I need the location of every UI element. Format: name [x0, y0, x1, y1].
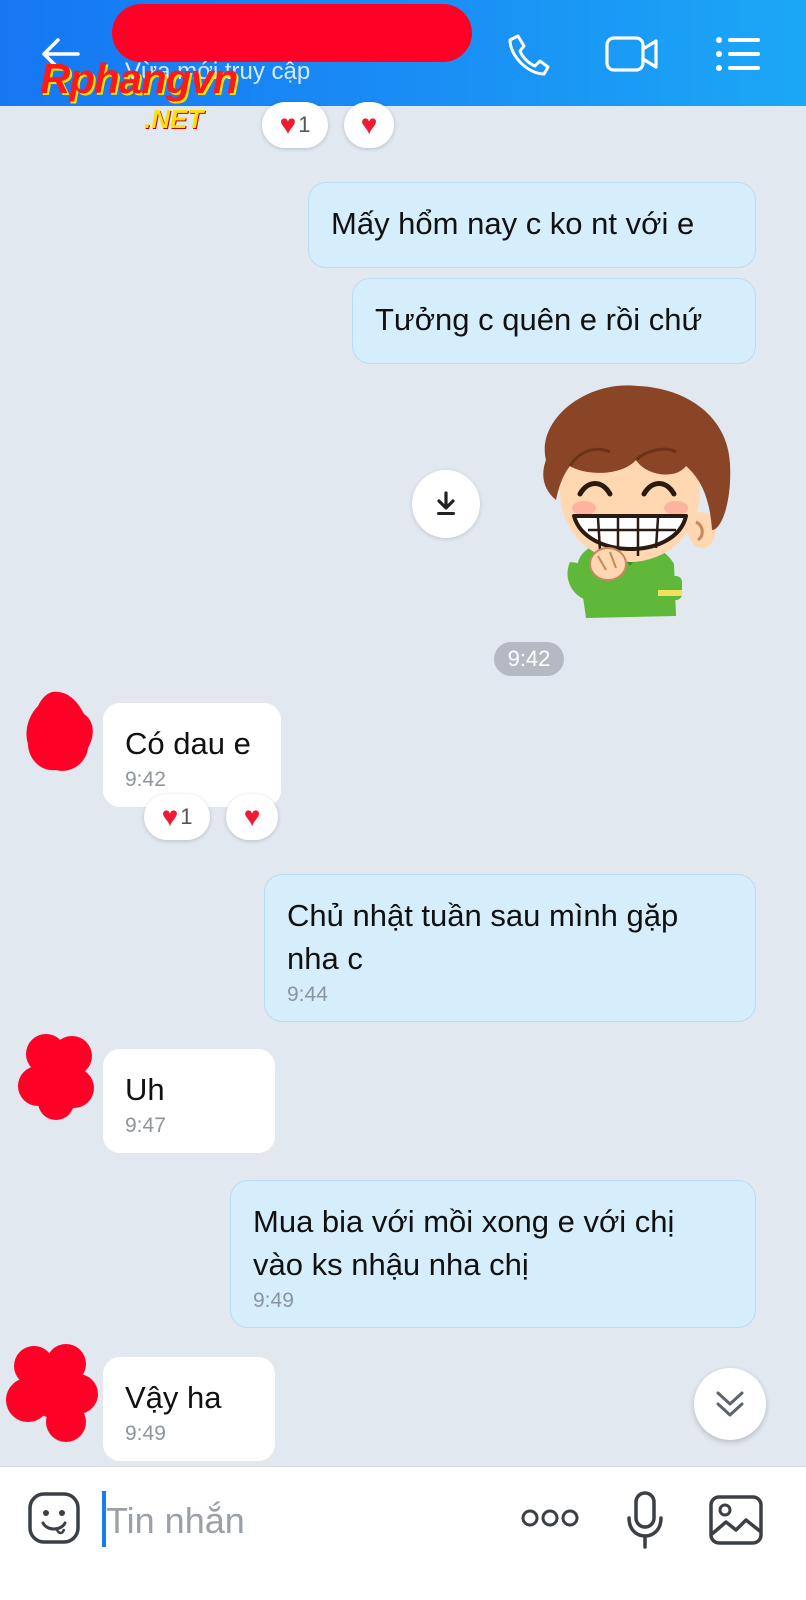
phone-icon: [508, 34, 550, 76]
download-button[interactable]: [412, 470, 480, 538]
watermark-main-text: Rphangvn: [40, 55, 238, 102]
message-time: 9:42: [125, 768, 166, 791]
reaction-count: 1: [298, 112, 311, 137]
message-text: Có dau e: [125, 726, 251, 761]
emoji-button[interactable]: [26, 1490, 82, 1546]
react-heart-button[interactable]: ♥: [226, 794, 278, 840]
message-incoming[interactable]: Vậy ha 9:49: [102, 1356, 276, 1462]
message-time: 9:47: [125, 1114, 166, 1137]
message-text-line: nha c: [287, 941, 363, 976]
message-outgoing[interactable]: Mấy hổm nay c ko nt với e: [308, 182, 756, 268]
voice-button[interactable]: [618, 1488, 672, 1552]
message-text-line: Mua bia với mồi xong e với chị: [253, 1204, 675, 1239]
message-text: Vậy ha: [125, 1380, 222, 1415]
more-button[interactable]: [518, 1498, 582, 1538]
double-chevron-down-icon: [716, 1391, 744, 1417]
message-text: Uh: [125, 1072, 165, 1107]
call-button[interactable]: [496, 22, 560, 86]
video-camera-icon: [605, 36, 658, 72]
message-outgoing[interactable]: Mua bia với mồi xong e với chị vào ks nh…: [230, 1180, 756, 1328]
avatar-redacted[interactable]: [18, 1034, 94, 1120]
message-outgoing[interactable]: Chủ nhật tuần sau mình gặp nha c 9:44: [264, 874, 756, 1022]
avatar-redacted[interactable]: [22, 688, 98, 776]
reaction-count: 1: [180, 804, 193, 829]
more-dots-icon: [521, 1509, 579, 1527]
reaction-heart-count[interactable]: ♥ 1: [144, 794, 210, 840]
message-input[interactable]: [106, 1494, 486, 1548]
message-text-line: Chủ nhật tuần sau mình gặp: [287, 898, 679, 933]
menu-button[interactable]: [706, 22, 770, 86]
message-text-line: vào ks nhậu nha chị: [253, 1247, 529, 1282]
download-icon: [437, 491, 455, 515]
heart-icon: ♥: [360, 109, 378, 140]
heart-icon: ♥: [279, 109, 297, 140]
avatar-redacted[interactable]: [6, 1344, 98, 1442]
watermark-logo: Rphangvn .NET: [40, 55, 238, 135]
video-call-button[interactable]: [600, 22, 664, 86]
contact-name-redacted: [112, 4, 472, 62]
watermark-sub-text: .NET: [144, 104, 204, 134]
emoji-icon: [28, 1492, 80, 1544]
heart-icon: ♥: [243, 801, 261, 832]
list-menu-icon: [716, 37, 760, 71]
message-incoming[interactable]: Uh 9:47: [102, 1048, 276, 1154]
sticker-image[interactable]: [526, 380, 742, 626]
microphone-icon: [627, 1491, 663, 1549]
message-text: Tưởng c quên e rồi chứ: [375, 302, 703, 337]
reaction-heart-count[interactable]: ♥ 1: [262, 102, 328, 148]
message-outgoing[interactable]: Tưởng c quên e rồi chứ: [352, 278, 756, 364]
message-time: 9:49: [125, 1422, 166, 1445]
message-time: 9:49: [253, 1289, 294, 1312]
message-time: 9:44: [287, 983, 328, 1006]
sticker-timestamp: 9:42: [494, 642, 564, 676]
gallery-button[interactable]: [706, 1492, 766, 1548]
message-text: Mấy hổm nay c ko nt với e: [331, 206, 695, 241]
image-icon: [709, 1495, 763, 1545]
message-incoming[interactable]: Có dau e 9:42: [102, 702, 282, 808]
react-heart-button[interactable]: ♥: [344, 102, 394, 148]
heart-icon: ♥: [161, 801, 179, 832]
scroll-to-bottom-button[interactable]: [694, 1368, 766, 1440]
